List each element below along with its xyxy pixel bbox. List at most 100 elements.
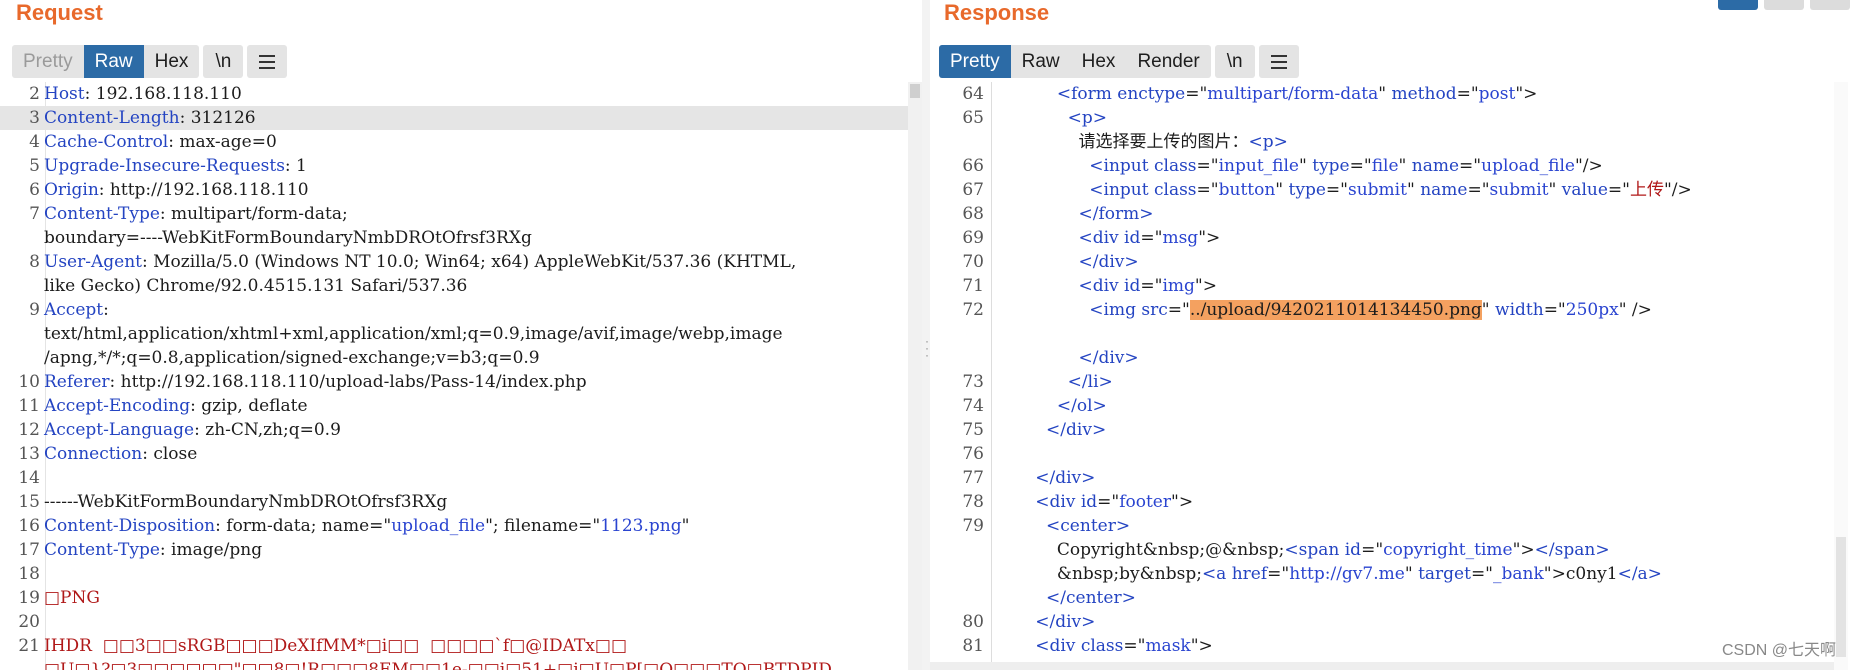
line-text: <div id="msg"> <box>992 226 1220 250</box>
tab-hex[interactable]: Hex <box>1071 45 1127 78</box>
code-line[interactable]: 75 </div> <box>930 418 1850 442</box>
code-line[interactable]: 74 </ol> <box>930 394 1850 418</box>
code-line[interactable]: 2 Host: 192.168.118.110 <box>0 82 922 106</box>
code-line[interactable]: &nbsp;by&nbsp;<a href="http://gv7.me" ta… <box>930 562 1850 586</box>
line-text: Cache-Control: max-age=0 <box>44 130 277 154</box>
code-line[interactable]: 7 Content-Type: multipart/form-data; <box>0 202 922 226</box>
newline-toggle-button[interactable]: \n <box>203 45 244 78</box>
request-scrollbar[interactable] <box>908 82 922 670</box>
code-token: name <box>1420 180 1468 200</box>
code-line[interactable]: 67 <input class="button" type="submit" n… <box>930 178 1850 202</box>
code-token: class <box>1153 180 1197 200</box>
horizontal-scrollbar[interactable] <box>930 662 1834 670</box>
line-number: 8 <box>29 252 40 272</box>
code-line[interactable]: 79 <center> <box>930 514 1850 538</box>
hamburger-menu-icon[interactable] <box>1258 45 1299 78</box>
code-token: /apng,*/*;q=0.8,application/signed-excha… <box>44 348 540 368</box>
layout-vertical-icon[interactable] <box>1810 0 1850 10</box>
code-token: </div> <box>1078 252 1139 272</box>
code-token: width <box>1495 300 1544 320</box>
code-line[interactable]: 20 <box>0 610 922 634</box>
code-line[interactable]: 78 <div id="footer"> <box>930 490 1850 514</box>
code-line[interactable]: 10 Referer: http://192.168.118.110/upload… <box>0 370 922 394</box>
code-line[interactable]: 70 </div> <box>930 250 1850 274</box>
code-token: <a <box>1201 564 1232 584</box>
line-text: </form> <box>992 202 1153 226</box>
tab-render[interactable]: Render <box>1126 45 1210 78</box>
tab-raw[interactable]: Raw <box>83 45 144 78</box>
line-number <box>930 346 992 370</box>
code-line[interactable]: 14 <box>0 466 922 490</box>
line-number: 4 <box>29 132 40 152</box>
code-line[interactable]: 3 Content-Length: 312126 <box>0 106 922 130</box>
code-line[interactable]: 76 <box>930 442 1850 466</box>
line-text: Upgrade-Insecure-Requests: 1 <box>44 154 307 178</box>
code-line[interactable]: 73 </li> <box>930 370 1850 394</box>
response-editor[interactable]: 64 <form enctype="multipart/form-data" m… <box>930 82 1850 670</box>
code-token: =" <box>1470 564 1494 584</box>
code-line[interactable]: 17 Content-Type: image/png <box>0 538 922 562</box>
code-line[interactable]: 12 Accept-Language: zh-CN,zh;q=0.9 <box>0 418 922 442</box>
line-number: 73 <box>962 372 984 392</box>
code-token: </div> <box>1035 468 1096 488</box>
tab-pretty[interactable]: Pretty <box>12 45 84 78</box>
code-line[interactable]: 64 <form enctype="multipart/form-data" m… <box>930 82 1850 106</box>
response-tabbar: Pretty Raw Hex Render \n <box>939 45 1299 78</box>
line-text: User-Agent: Mozilla/5.0 (Windows NT 10.0… <box>44 250 796 274</box>
code-line[interactable]: /apng,*/*;q=0.8,application/signed-excha… <box>0 346 922 370</box>
response-scrollbar[interactable] <box>1834 82 1848 670</box>
line-number: 72 <box>962 300 984 320</box>
code-line[interactable]: 65 <p> <box>930 106 1850 130</box>
code-line[interactable]: text/html,application/xhtml+xml,applicat… <box>0 322 922 346</box>
code-line[interactable]: Copyright&nbsp;@&nbsp;<span id="copyrigh… <box>930 538 1850 562</box>
code-line[interactable]: 5 Upgrade-Insecure-Requests: 1 <box>0 154 922 178</box>
line-number: 13 <box>18 444 40 464</box>
line-text: <input class="input_file" type="file" na… <box>992 154 1603 178</box>
drag-handle-icon[interactable]: · · · <box>925 335 929 361</box>
code-line[interactable] <box>930 322 1850 346</box>
layout-split-icon[interactable] <box>1718 0 1758 10</box>
code-line[interactable]: 8 User-Agent: Mozilla/5.0 (Windows NT 10.… <box>0 250 922 274</box>
line-text: </center> <box>992 586 1136 610</box>
code-line[interactable]: 69 <div id="msg"> <box>930 226 1850 250</box>
line-number: 71 <box>962 276 984 296</box>
line-text: /apng,*/*;q=0.8,application/signed-excha… <box>44 346 540 370</box>
code-line[interactable]: 81 <div class="mask"> <box>930 634 1850 658</box>
code-line[interactable]: 4 Cache-Control: max-age=0 <box>0 130 922 154</box>
scrollbar-thumb[interactable] <box>910 84 920 98</box>
code-token: =" <box>1097 492 1120 512</box>
code-line[interactable]: 16 Content-Disposition: form-data; name="… <box>0 514 922 538</box>
code-line[interactable]: 15 ------WebKitFormBoundaryNmbDROtOfrsf3R… <box>0 490 922 514</box>
code-line[interactable]: 21 IHDR □□3□□sRGB□□□DeXIfMM*□i□□ □□□□`f□@… <box>0 634 922 658</box>
code-line[interactable]: 请选择要上传的图片：<p> <box>930 130 1850 154</box>
code-line[interactable]: 11 Accept-Encoding: gzip, deflate <box>0 394 922 418</box>
code-line[interactable]: </center> <box>930 586 1850 610</box>
code-line[interactable]: 77 </div> <box>930 466 1850 490</box>
code-line[interactable]: boundary=----WebKitFormBoundaryNmbDROtOf… <box>0 226 922 250</box>
newline-toggle-button[interactable]: \n <box>1214 45 1255 78</box>
code-line[interactable]: 71 <div id="img"> <box>930 274 1850 298</box>
hamburger-menu-icon[interactable] <box>247 45 288 78</box>
code-line[interactable]: 80 </div> <box>930 610 1850 634</box>
code-token: Content-Type <box>44 540 160 560</box>
tab-pretty[interactable]: Pretty <box>939 45 1011 78</box>
code-line[interactable]: □U□}?□3□□□□□□"□□8□!R□□□8EM□□1e-□□i□51+□i… <box>0 658 922 670</box>
request-editor[interactable]: 2 Host: 192.168.118.110 3 Content-Length: 3… <box>0 82 922 670</box>
tab-hex[interactable]: Hex <box>144 45 200 78</box>
code-token: </center> <box>1046 588 1136 608</box>
scrollbar-thumb[interactable] <box>1836 537 1846 657</box>
line-text: Accept-Language: zh-CN,zh;q=0.9 <box>44 418 341 442</box>
code-token: 请选择要上传的图片： <box>992 132 1249 152</box>
code-line[interactable]: 13 Connection: close <box>0 442 922 466</box>
code-line[interactable]: like Gecko) Chrome/92.0.4515.131 Safari/… <box>0 274 922 298</box>
code-line[interactable]: </div> <box>930 346 1850 370</box>
code-line[interactable]: 72 <img src="../upload/9420211014134450.… <box>930 298 1850 322</box>
code-line[interactable]: 19 □PNG <box>0 586 922 610</box>
tab-raw[interactable]: Raw <box>1011 45 1071 78</box>
code-line[interactable]: 6 Origin: http://192.168.118.110 <box>0 178 922 202</box>
code-line[interactable]: 68 </form> <box>930 202 1850 226</box>
code-line[interactable]: 66 <input class="input_file" type="file"… <box>930 154 1850 178</box>
code-line[interactable]: 9 Accept: <box>0 298 922 322</box>
layout-horizontal-icon[interactable] <box>1764 0 1804 10</box>
code-line[interactable]: 18 <box>0 562 922 586</box>
